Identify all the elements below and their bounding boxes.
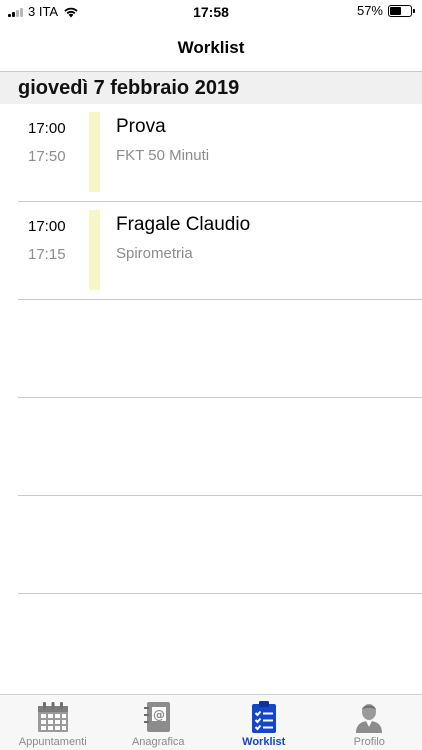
appointment-color-bar (89, 112, 100, 192)
appointment-end-time: 17:50 (28, 148, 66, 165)
tab-worklist[interactable]: Worklist (211, 695, 317, 750)
tab-label: Worklist (242, 736, 286, 748)
tab-anagrafica[interactable]: @ Anagrafica (106, 695, 212, 750)
status-right: 57% (356, 3, 415, 18)
list-item-empty (18, 398, 422, 496)
navigation-bar: Worklist (0, 24, 422, 72)
appointment-title: Prova (116, 116, 166, 137)
tab-profilo[interactable]: Profilo (317, 695, 422, 750)
tab-appuntamenti[interactable]: Appuntamenti (0, 695, 106, 750)
tab-bar: Appuntamenti @ Anagrafica Worklist Profi… (0, 694, 422, 750)
tab-label: Appuntamenti (18, 736, 87, 748)
appointment-service: FKT 50 Minuti (116, 147, 210, 164)
svg-text:@: @ (153, 708, 165, 722)
appointment-end-time: 17:15 (28, 246, 66, 263)
appointment-start-time: 17:00 (28, 120, 66, 137)
status-bar: 3 ITA 17:58 57% (0, 0, 422, 24)
clipboard-checklist-icon (251, 701, 276, 733)
list-item-appointment-2[interactable]: 17:00 17:15 Fragale Claudio Spirometria (18, 202, 422, 300)
appointment-title: Fragale Claudio (116, 214, 251, 235)
tab-label: Anagrafica (131, 736, 185, 748)
worklist-list: 17:00 17:50 Prova FKT 50 Minuti 17:00 17… (0, 104, 422, 594)
page-title: Worklist (177, 38, 245, 57)
list-item-empty (18, 300, 422, 398)
battery-icon (388, 4, 415, 17)
tab-label: Profilo (353, 736, 385, 748)
section-date: giovedì 7 febbraio 2019 (18, 77, 240, 99)
user-profile-icon (356, 704, 383, 733)
appointment-service: Spirometria (116, 245, 193, 262)
battery-fill (390, 6, 402, 15)
list-item-empty (18, 496, 422, 594)
battery-percent: 57% (356, 3, 383, 18)
calendar-icon (37, 702, 68, 732)
list-item-appointment-1[interactable]: 17:00 17:50 Prova FKT 50 Minuti (18, 104, 422, 202)
date-section-header: giovedì 7 febbraio 2019 (0, 72, 422, 104)
address-book-icon: @ (144, 702, 171, 732)
appointment-color-bar (89, 210, 100, 290)
appointment-start-time: 17:00 (28, 218, 66, 235)
